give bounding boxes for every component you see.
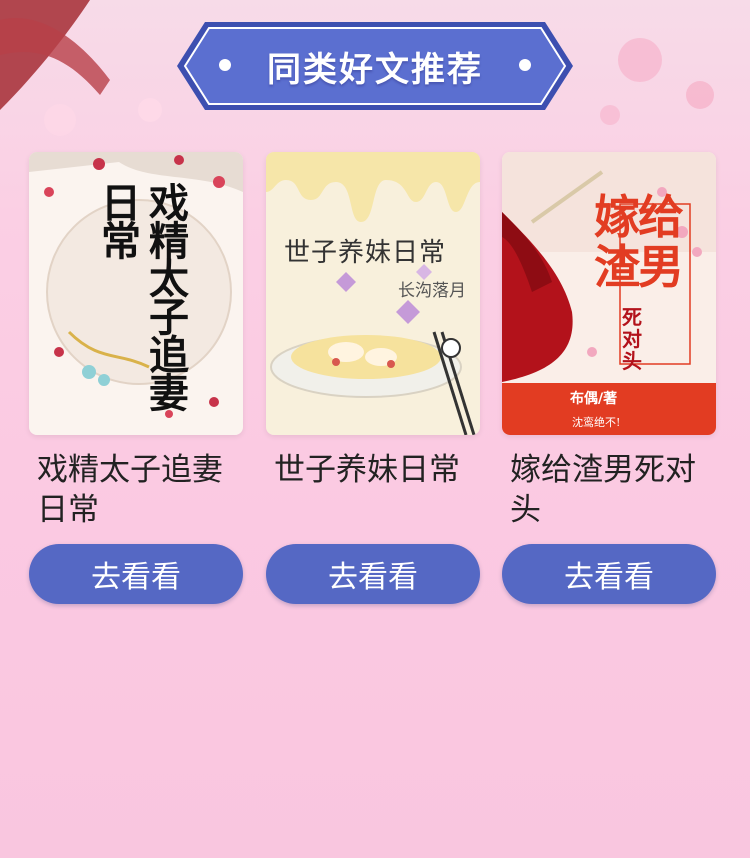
book-title[interactable]: 嫁给渣男死对头	[510, 450, 716, 530]
cover-author-text: 长沟落月	[398, 281, 466, 301]
cover-title-text: 世子养妹日常	[284, 238, 447, 268]
view-book-button[interactable]: 去看看	[29, 544, 243, 604]
book-cover[interactable]: 戏精太子追妻日常	[29, 152, 243, 435]
section-header-banner: 同类好文推荐	[175, 20, 575, 112]
cover-author-text: 布偶/著	[570, 391, 618, 407]
cover-subtitle-text: 死对头	[622, 305, 642, 373]
view-book-button[interactable]: 去看看	[266, 544, 480, 604]
book-cover[interactable]: 世子养妹日常 长沟落月	[266, 152, 480, 435]
view-book-button[interactable]: 去看看	[502, 544, 716, 604]
cover-title-text: 戏精太子追妻日常	[94, 182, 189, 410]
book-title[interactable]: 世子养妹日常	[274, 450, 480, 490]
cover-title-text: 嫁给渣男	[594, 190, 684, 294]
book-cover[interactable]: 嫁给渣男 死对头 布偶/著 沈鸾绝不!	[502, 152, 716, 435]
section-title: 同类好文推荐	[267, 49, 483, 90]
cover-tagline-text: 沈鸾绝不!	[572, 416, 621, 429]
book-title[interactable]: 戏精太子追妻日常	[37, 450, 243, 530]
